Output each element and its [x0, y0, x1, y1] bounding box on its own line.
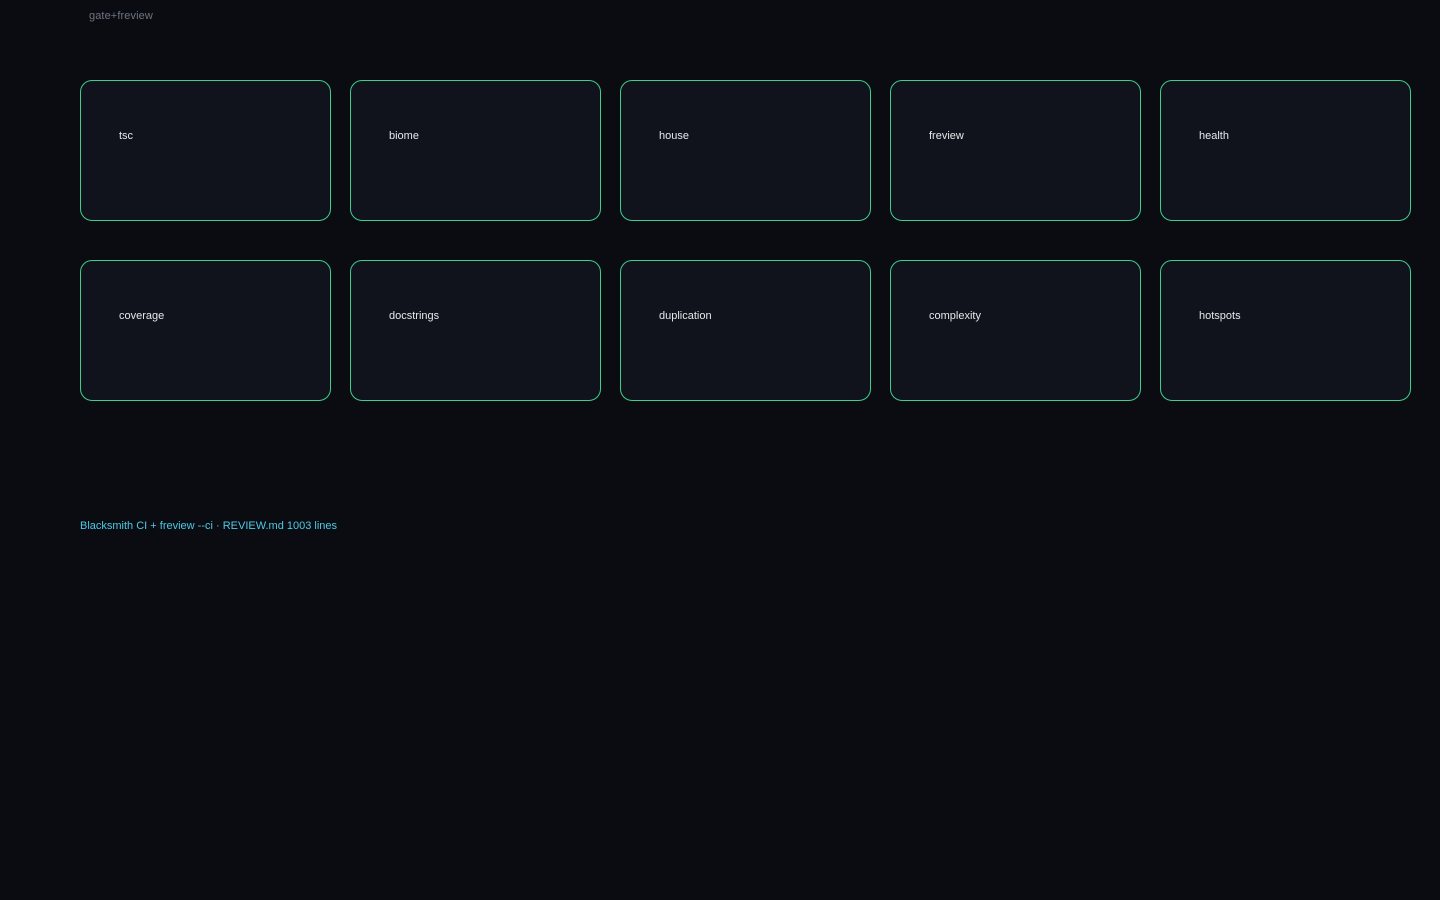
card-label: complexity: [929, 310, 981, 322]
card-duplication[interactable]: duplication: [620, 260, 871, 401]
card-freview[interactable]: freview: [890, 80, 1141, 221]
page: gate+freview tsc biome house freview hea…: [0, 0, 1440, 900]
card-house[interactable]: house: [620, 80, 871, 221]
card-hotspots[interactable]: hotspots: [1160, 260, 1411, 401]
card-tsc[interactable]: tsc: [80, 80, 331, 221]
page-label: gate+freview: [89, 10, 153, 22]
card-label: hotspots: [1199, 310, 1241, 322]
card-docstrings[interactable]: docstrings: [350, 260, 601, 401]
card-health[interactable]: health: [1160, 80, 1411, 221]
card-label: coverage: [119, 310, 165, 322]
footer-note: Blacksmith CI + freview --ci · REVIEW.md…: [80, 520, 338, 532]
card-label: docstrings: [389, 310, 440, 322]
card-label: health: [1199, 130, 1229, 142]
card-label: biome: [389, 130, 419, 142]
card-label: house: [659, 130, 689, 142]
card-biome[interactable]: biome: [350, 80, 601, 221]
gate-card-grid: tsc biome house freview health coverage …: [80, 80, 1411, 401]
card-label: duplication: [659, 310, 712, 322]
card-complexity[interactable]: complexity: [890, 260, 1141, 401]
card-label: tsc: [119, 130, 134, 142]
card-label: freview: [929, 130, 964, 142]
card-coverage[interactable]: coverage: [80, 260, 331, 401]
